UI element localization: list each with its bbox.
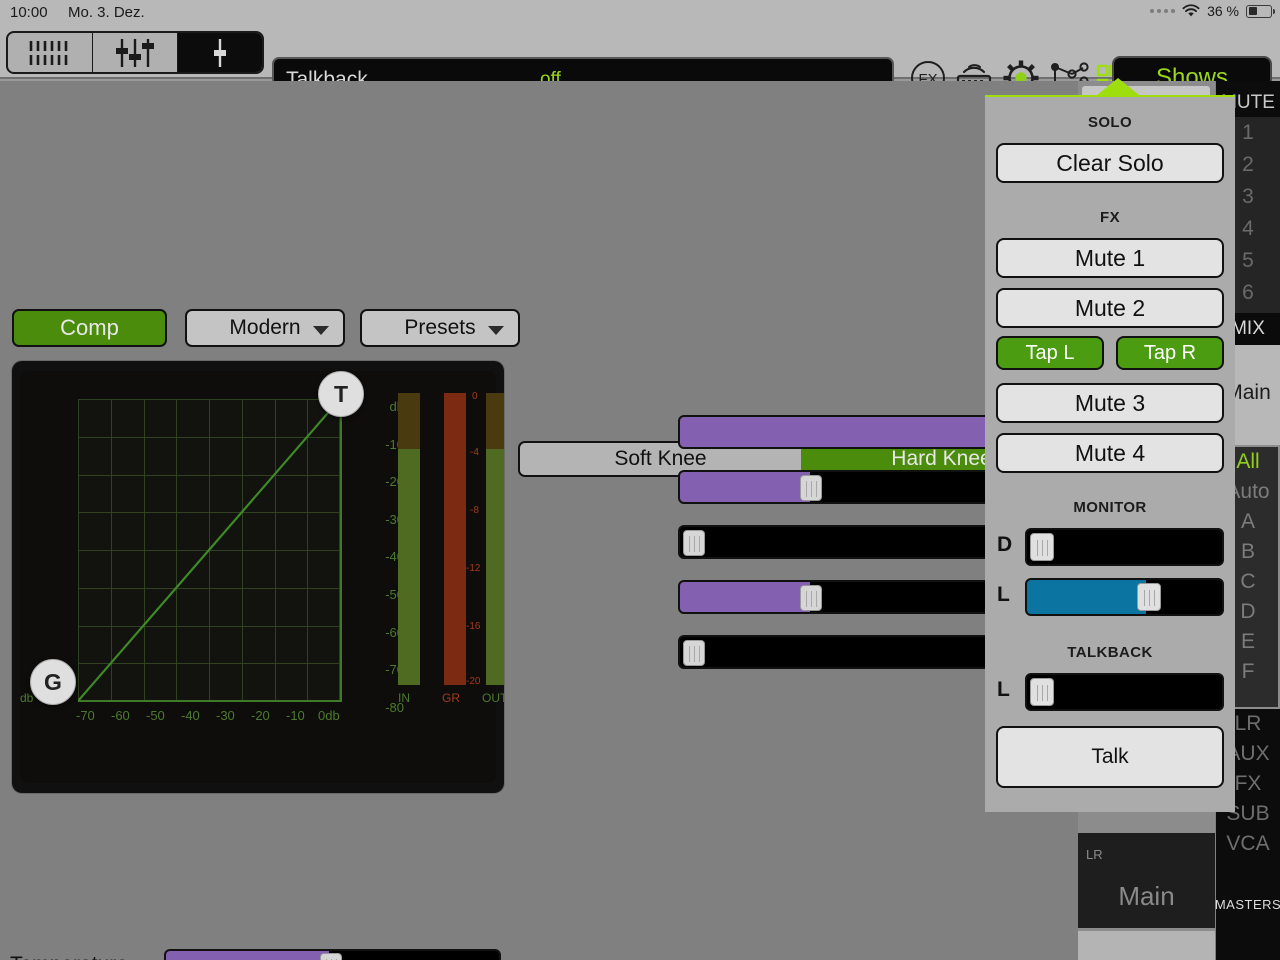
ios-status-bar: 10:00 Mo. 3. Dez. 36 % (0, 0, 1280, 26)
param-row-attack: Attack (410, 525, 1000, 559)
fx-section-header: FX (1100, 209, 1120, 226)
monitor-l-label: L (997, 583, 1010, 606)
temperature-label: Temperature (10, 953, 128, 960)
gain-handle[interactable]: G (30, 659, 76, 705)
utility-popup-panel: SOLO Clear Solo FX Mute 1 Mute 2 Tap L T… (985, 97, 1235, 812)
view-channels-button[interactable] (8, 33, 93, 72)
top-toolbar: Talkback off FX Shows (0, 26, 1280, 100)
main-strip-fader-tray[interactable] (1078, 931, 1215, 960)
mute-3-button[interactable]: Mute 3 (996, 383, 1224, 423)
mute-2-button[interactable]: Mute 2 (996, 288, 1224, 328)
tap-l-button[interactable]: Tap L (996, 336, 1104, 370)
x-axis-unit: db (20, 691, 34, 705)
clear-solo-button[interactable]: Clear Solo (996, 143, 1224, 183)
solo-section-header: SOLO (1087, 114, 1133, 131)
threshold-slider[interactable] (678, 415, 1000, 449)
talkback-l-slider[interactable] (1025, 673, 1224, 711)
main-strip-name-box[interactable]: LR Main (1078, 833, 1215, 928)
masters-label: MASTERS (1214, 896, 1280, 912)
single-fader-icon (214, 38, 226, 67)
in-meter-label: IN (398, 691, 410, 705)
monitor-d-slider[interactable] (1025, 528, 1224, 566)
monitor-section-header: MONITOR (1073, 499, 1147, 516)
out-meter-label: OUT (482, 691, 504, 705)
param-row-gain: Gain (410, 635, 1000, 669)
comp-enable-button[interactable]: Comp (12, 309, 167, 347)
gain-slider[interactable] (678, 635, 1000, 669)
param-row-release: Release (410, 580, 1000, 614)
gain-handle-label: G (44, 668, 62, 695)
comp-presets-label: Presets (404, 316, 476, 339)
faders-icon (116, 38, 154, 67)
signal-dots-icon (1150, 9, 1176, 13)
talk-button[interactable]: Talk (996, 726, 1224, 788)
param-row-threshold: Threshold (410, 415, 1000, 449)
threshold-handle-label: T (333, 380, 349, 407)
transfer-curve-line (78, 399, 340, 701)
view-single-channel-button[interactable] (178, 33, 262, 72)
mute-1-button[interactable]: Mute 1 (996, 238, 1224, 278)
chevron-down-icon (488, 326, 504, 335)
battery-icon (1246, 4, 1275, 18)
mute-4-button[interactable]: Mute 4 (996, 433, 1224, 473)
ratio-slider[interactable] (678, 470, 1000, 504)
comp-model-label: Modern (229, 316, 301, 339)
temperature-slider[interactable] (164, 949, 501, 960)
monitor-l-slider[interactable] (1025, 578, 1224, 616)
y-axis-line (340, 399, 342, 702)
status-time: 10:00 (10, 4, 48, 21)
app-root: 10:00 Mo. 3. Dez. 36 % Talkback off FX S… (0, 0, 1280, 960)
monitor-d-label: D (997, 533, 1013, 556)
wifi-icon (1182, 4, 1200, 18)
main-strip-name: Main (1118, 881, 1175, 911)
main-strip-lr-label: LR (1086, 847, 1103, 862)
view-mixer-button[interactable] (93, 33, 178, 72)
channel-strips-icon (29, 40, 68, 65)
attack-slider[interactable] (678, 525, 1000, 559)
status-right-cluster: 36 % (1150, 3, 1275, 19)
talkback-section-header: TALKBACK (1067, 644, 1153, 661)
comp-presets-dropdown[interactable]: Presets (360, 309, 520, 347)
talkback-l-label: L (997, 678, 1010, 701)
x-axis-labels: -70 -60 -50 -40 -30 -20 -10 0db (76, 708, 340, 723)
bus-vca[interactable]: VCA (1216, 829, 1280, 859)
release-slider[interactable] (678, 580, 1000, 614)
view-mode-segmented-control[interactable] (6, 31, 264, 74)
status-date: Mo. 3. Dez. (68, 4, 145, 21)
comp-model-dropdown[interactable]: Modern (185, 309, 345, 347)
tap-r-button[interactable]: Tap R (1116, 336, 1224, 370)
chevron-down-icon (313, 326, 329, 335)
battery-percent: 36 % (1207, 3, 1239, 19)
param-row-ratio: Ratio (410, 470, 1000, 504)
gr-meter-label: GR (442, 691, 460, 705)
threshold-handle[interactable]: T (318, 371, 364, 417)
